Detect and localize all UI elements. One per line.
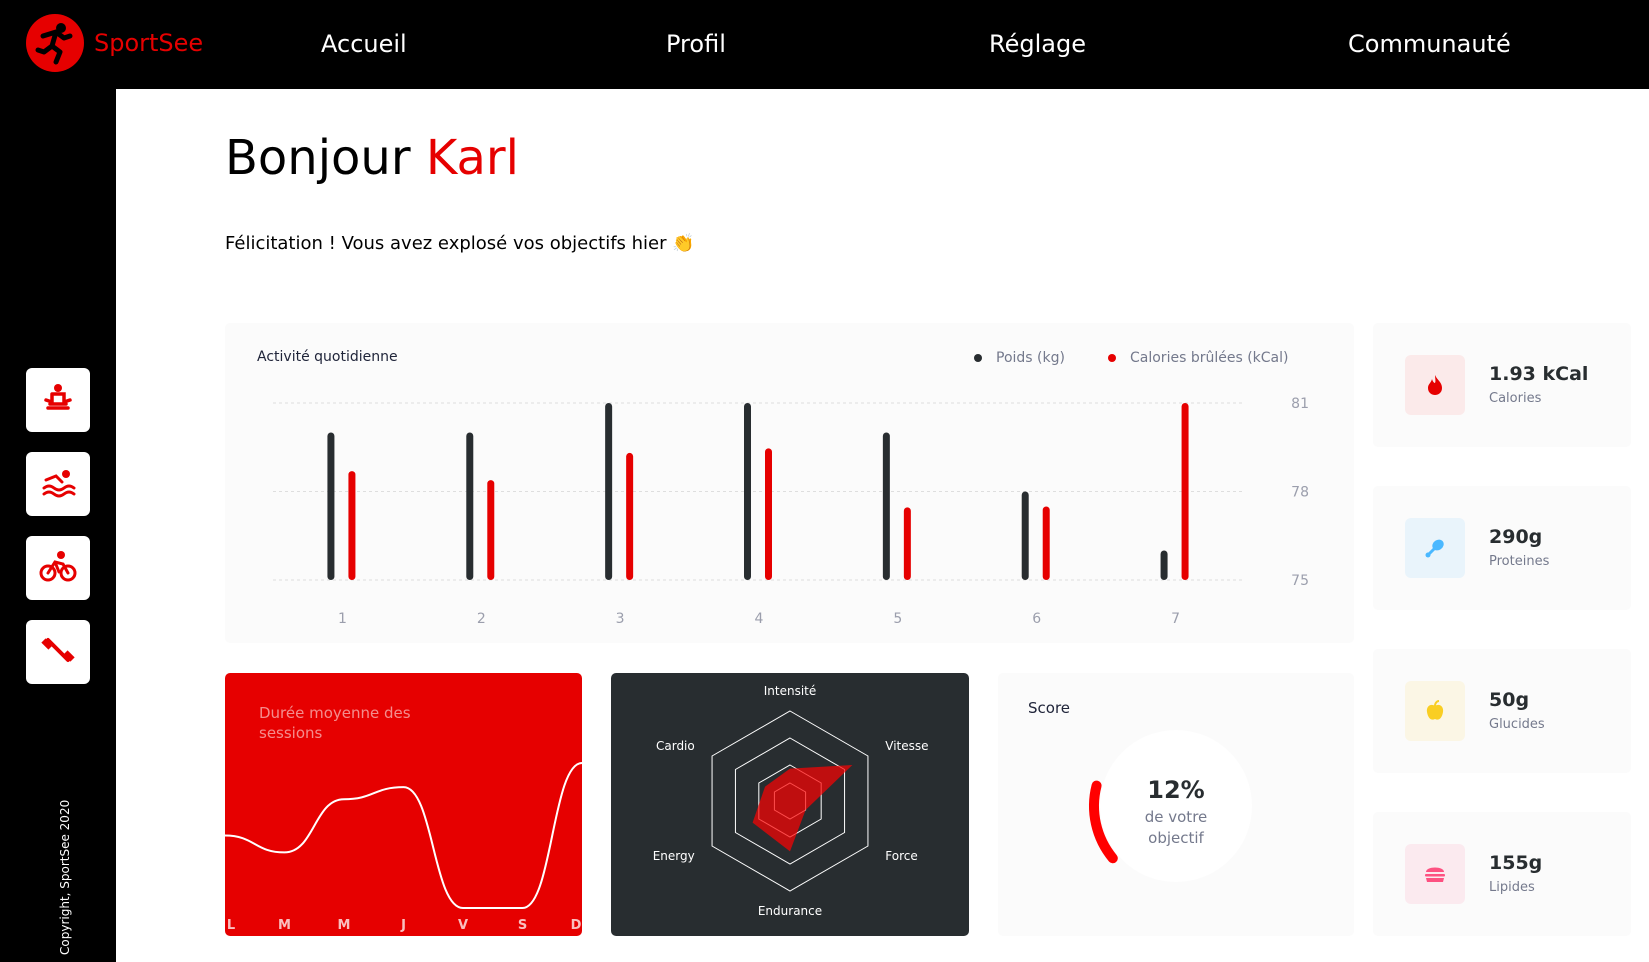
- apple-icon: [1405, 681, 1465, 741]
- day-label: D: [571, 918, 582, 933]
- nav-profile[interactable]: Profil: [666, 30, 726, 58]
- score-value: 12%: [1147, 776, 1204, 804]
- page-title: Bonjour Karl: [225, 130, 519, 186]
- sidebar: Copyright, SportSee 2020: [0, 89, 116, 962]
- weight-bar: [1160, 550, 1168, 580]
- calorie-bar: [626, 452, 634, 580]
- score-title: Score: [1028, 699, 1071, 717]
- runner-logo-icon: [26, 14, 84, 72]
- legend-weight-dot: [974, 354, 982, 362]
- weight-bar: [744, 403, 751, 580]
- x-tick-label: 7: [1171, 611, 1180, 627]
- x-tick-label: 6: [1032, 611, 1041, 627]
- lipids-value: 155g: [1489, 852, 1543, 874]
- weight-bar: [1021, 491, 1029, 580]
- calorie-bar: [348, 471, 356, 580]
- sessions-line: [225, 762, 582, 909]
- y-tick-label: 78: [1291, 485, 1309, 501]
- user-name: Karl: [425, 130, 519, 186]
- score-caption-1: de votre: [1145, 808, 1208, 826]
- legend-weight-label: Poids (kg): [996, 350, 1065, 366]
- score-inner-circle: [1100, 730, 1252, 882]
- calorie-bar: [765, 448, 772, 580]
- day-label: L: [227, 918, 235, 933]
- sidebar-item-yoga[interactable]: [26, 368, 90, 432]
- nav-settings[interactable]: Réglage: [989, 30, 1086, 58]
- day-label: M: [278, 918, 291, 933]
- radar-chart-svg: Intensité Vitesse Force Endurance Energy Card…: [653, 684, 929, 918]
- day-label: S: [518, 918, 527, 933]
- calories-card: 1.93 kCal Calories: [1373, 323, 1631, 447]
- chicken-icon: [1405, 518, 1465, 578]
- x-tick-label: 1: [338, 611, 347, 627]
- calorie-bar: [1181, 403, 1189, 580]
- calorie-bar: [487, 480, 495, 580]
- x-tick-label: 5: [893, 611, 902, 627]
- radar-label: Force: [885, 849, 917, 863]
- sidebar-item-cycling[interactable]: [26, 536, 90, 600]
- day-label: M: [338, 918, 351, 933]
- carbs-card: 50g Glucides: [1373, 649, 1631, 773]
- burger-icon: [1405, 844, 1465, 904]
- weight-bar: [882, 432, 890, 580]
- sidebar-item-weights[interactable]: [26, 620, 90, 684]
- weight-bar: [466, 432, 474, 580]
- carbs-label: Glucides: [1489, 717, 1545, 732]
- sidebar-item-swimming[interactable]: [26, 452, 90, 516]
- calorie-bar: [903, 507, 911, 580]
- y-tick-label: 75: [1291, 573, 1309, 589]
- legend-calories-label: Calories brûlées (kCal): [1130, 350, 1289, 366]
- proteins-card: 290g Proteines: [1373, 486, 1631, 610]
- activity-title: Activité quotidienne: [257, 349, 398, 365]
- calories-value: 1.93 kCal: [1489, 363, 1589, 385]
- legend-calories: Calories brûlées (kCal): [1108, 350, 1288, 366]
- congrats-message: Félicitation ! Vous avez explosé vos obj…: [225, 233, 695, 254]
- radar-label: Vitesse: [885, 739, 928, 753]
- carbs-value: 50g: [1489, 689, 1530, 711]
- radar-label: Endurance: [758, 904, 822, 918]
- nav-home[interactable]: Accueil: [321, 30, 407, 58]
- fire-icon: [1405, 355, 1465, 415]
- swimming-icon: [40, 466, 76, 502]
- score-chart: Score 12% de votre objectif: [998, 673, 1354, 936]
- lipids-label: Lipides: [1489, 880, 1535, 895]
- sessions-chart-svg: LMMJVSD: [225, 762, 582, 933]
- radar-label: Energy: [653, 849, 695, 863]
- weight-bar: [327, 432, 335, 580]
- day-label: V: [458, 918, 468, 933]
- day-label: J: [400, 918, 406, 933]
- radar-label: Cardio: [656, 739, 695, 753]
- performance-radar-chart: Intensité Vitesse Force Endurance Energy Card…: [611, 673, 969, 936]
- top-navigation: SportSee Accueil Profil Réglage Communau…: [0, 0, 1649, 89]
- radar-label: Intensité: [764, 684, 817, 698]
- x-tick-label: 2: [477, 611, 486, 627]
- score-caption-2: objectif: [1148, 829, 1204, 847]
- meditation-icon: [40, 382, 76, 418]
- greeting-text: Bonjour: [225, 130, 411, 186]
- proteins-value: 290g: [1489, 526, 1543, 548]
- app-logo[interactable]: SportSee: [26, 14, 203, 72]
- y-tick-label: 81: [1291, 396, 1309, 412]
- x-tick-label: 3: [616, 611, 625, 627]
- app-name: SportSee: [94, 29, 204, 57]
- calorie-bar: [1042, 506, 1050, 580]
- nav-community[interactable]: Communauté: [1348, 30, 1511, 58]
- activity-chart-svg: 75 78 81 1 2 3 4 5 6 7: [273, 396, 1309, 627]
- legend-calories-dot: [1108, 354, 1116, 362]
- calories-label: Calories: [1489, 391, 1542, 406]
- lipids-card: 155g Lipides: [1373, 812, 1631, 936]
- dumbbell-icon: [40, 632, 76, 672]
- x-tick-label: 4: [755, 611, 764, 627]
- average-sessions-chart: Durée moyenne des sessions LMMJVSD: [225, 673, 582, 936]
- weight-bar: [605, 403, 613, 580]
- cycling-icon: [39, 550, 77, 586]
- legend-weight: Poids (kg): [974, 350, 1065, 366]
- copyright-text: Copyright, SportSee 2020: [58, 799, 72, 955]
- daily-activity-chart: 75 78 81 1 2 3 4 5 6 7 Activité quotidienne Poids…: [225, 323, 1354, 643]
- proteins-label: Proteines: [1489, 554, 1550, 569]
